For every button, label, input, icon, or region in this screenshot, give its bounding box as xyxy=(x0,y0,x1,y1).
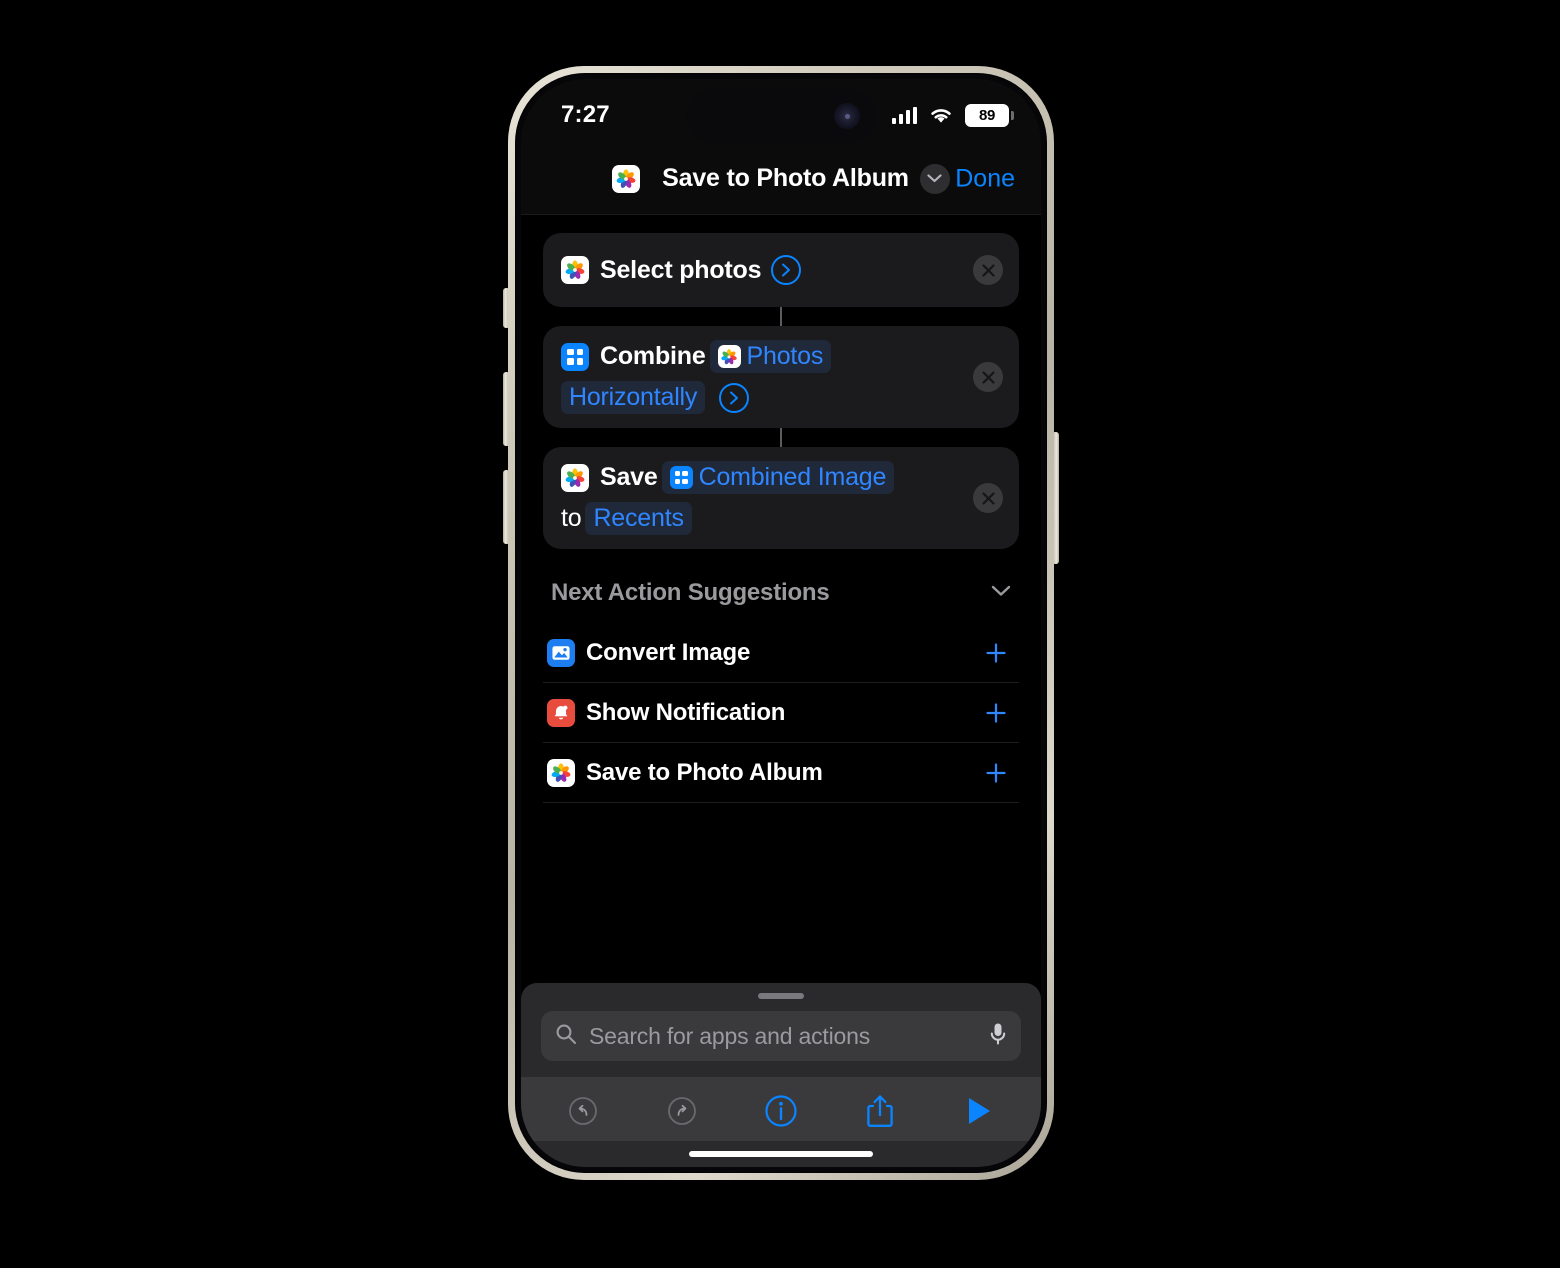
next-action-suggestions-header[interactable]: Next Action Suggestions xyxy=(543,549,1019,623)
action-label: Combine xyxy=(600,342,706,370)
photos-app-icon xyxy=(612,164,641,193)
chevron-right-icon[interactable] xyxy=(719,382,750,413)
grid-app-icon xyxy=(669,466,693,489)
variable-pill-photos[interactable]: Photos xyxy=(709,340,832,373)
screenshot-canvas: 7:27 89 Save to Photo Album Done Select … xyxy=(0,0,1560,1268)
grid-app-icon xyxy=(561,342,589,371)
suggestion-row-convert-image[interactable]: Convert Image xyxy=(543,623,1019,683)
parameter-pill-recents[interactable]: Recents xyxy=(585,502,692,535)
microphone-icon[interactable] xyxy=(989,1022,1007,1051)
action-connector-line xyxy=(779,307,783,326)
info-circle-icon[interactable] xyxy=(759,1089,803,1133)
suggestion-label: Save to Photo Album xyxy=(586,758,823,786)
page-title: Save to Photo Album xyxy=(662,164,909,192)
search-placeholder: Search for apps and actions xyxy=(589,1022,870,1049)
photos-app-icon xyxy=(547,758,575,787)
close-icon[interactable] xyxy=(973,483,1003,513)
plus-icon[interactable] xyxy=(981,698,1011,728)
plus-icon[interactable] xyxy=(981,638,1011,668)
variable-label: Combined Image xyxy=(698,463,887,491)
action-card-select-photos[interactable]: Select photos xyxy=(543,233,1019,307)
battery-percent-label: 89 xyxy=(978,106,996,124)
redo-button[interactable] xyxy=(660,1089,704,1133)
editor-toolbar xyxy=(521,1077,1041,1141)
bell-icon xyxy=(547,698,575,727)
suggestion-row-show-notification[interactable]: Show Notification xyxy=(543,683,1019,743)
variable-pill-combined-image[interactable]: Combined Image xyxy=(661,461,895,494)
action-card-combine-images[interactable]: Combine Photos Horizontally xyxy=(543,326,1019,428)
suggestion-label: Convert Image xyxy=(586,638,751,666)
photos-app-icon xyxy=(717,345,741,368)
variable-label: Photos xyxy=(746,342,824,370)
parameter-pill-horizontally[interactable]: Horizontally xyxy=(561,381,706,414)
close-icon[interactable] xyxy=(973,362,1003,392)
plus-icon[interactable] xyxy=(981,758,1011,788)
home-indicator xyxy=(689,1151,873,1157)
phone-bezel: 7:27 89 Save to Photo Album Done Select … xyxy=(515,73,1047,1173)
parameter-label: Horizontally xyxy=(569,383,698,411)
undo-button[interactable] xyxy=(561,1089,605,1133)
dynamic-island xyxy=(686,89,876,143)
front-camera-icon xyxy=(834,103,860,129)
action-label: Select photos xyxy=(600,255,762,284)
bottom-sheet: Search for apps and actions xyxy=(521,983,1041,1167)
play-icon[interactable] xyxy=(957,1089,1001,1133)
close-icon[interactable] xyxy=(973,255,1003,285)
chevron-right-icon[interactable] xyxy=(771,255,802,285)
search-container: Search for apps and actions xyxy=(521,1011,1041,1077)
shortcut-title-group[interactable]: Save to Photo Album xyxy=(612,163,950,194)
suggestion-label: Show Notification xyxy=(586,698,786,726)
search-icon xyxy=(555,1023,577,1050)
status-bar: 7:27 89 xyxy=(521,79,1041,143)
section-title: Next Action Suggestions xyxy=(551,579,830,606)
status-bar-time: 7:27 xyxy=(561,101,610,128)
phone-screen: 7:27 89 Save to Photo Album Done Select … xyxy=(521,79,1041,1167)
status-bar-indicators: 89 xyxy=(891,96,1014,127)
photos-app-icon xyxy=(561,256,589,284)
wifi-icon xyxy=(931,108,951,123)
search-input[interactable]: Search for apps and actions xyxy=(541,1011,1021,1061)
sheet-grabber[interactable] xyxy=(758,993,804,999)
share-icon[interactable] xyxy=(858,1089,902,1133)
image-convert-icon xyxy=(547,638,575,667)
action-connector-line xyxy=(779,428,783,447)
navigation-bar: Save to Photo Album Done xyxy=(521,143,1041,215)
done-button[interactable]: Done xyxy=(955,164,1015,193)
suggestion-row-save-to-photo-album[interactable]: Save to Photo Album xyxy=(543,743,1019,803)
action-label: Save xyxy=(600,463,658,491)
chevron-down-icon[interactable] xyxy=(991,584,1011,602)
parameter-label: Recents xyxy=(593,504,684,532)
cellular-bars-icon xyxy=(891,106,917,124)
action-connector-word: to xyxy=(561,504,582,532)
chevron-down-icon[interactable] xyxy=(919,163,950,194)
photos-app-icon xyxy=(561,463,589,492)
action-card-save-to-photo-album[interactable]: Save Combined Image to Recents xyxy=(543,447,1019,549)
phone-frame: 7:27 89 Save to Photo Album Done Select … xyxy=(508,66,1054,1180)
battery-indicator: 89 xyxy=(965,103,1014,127)
